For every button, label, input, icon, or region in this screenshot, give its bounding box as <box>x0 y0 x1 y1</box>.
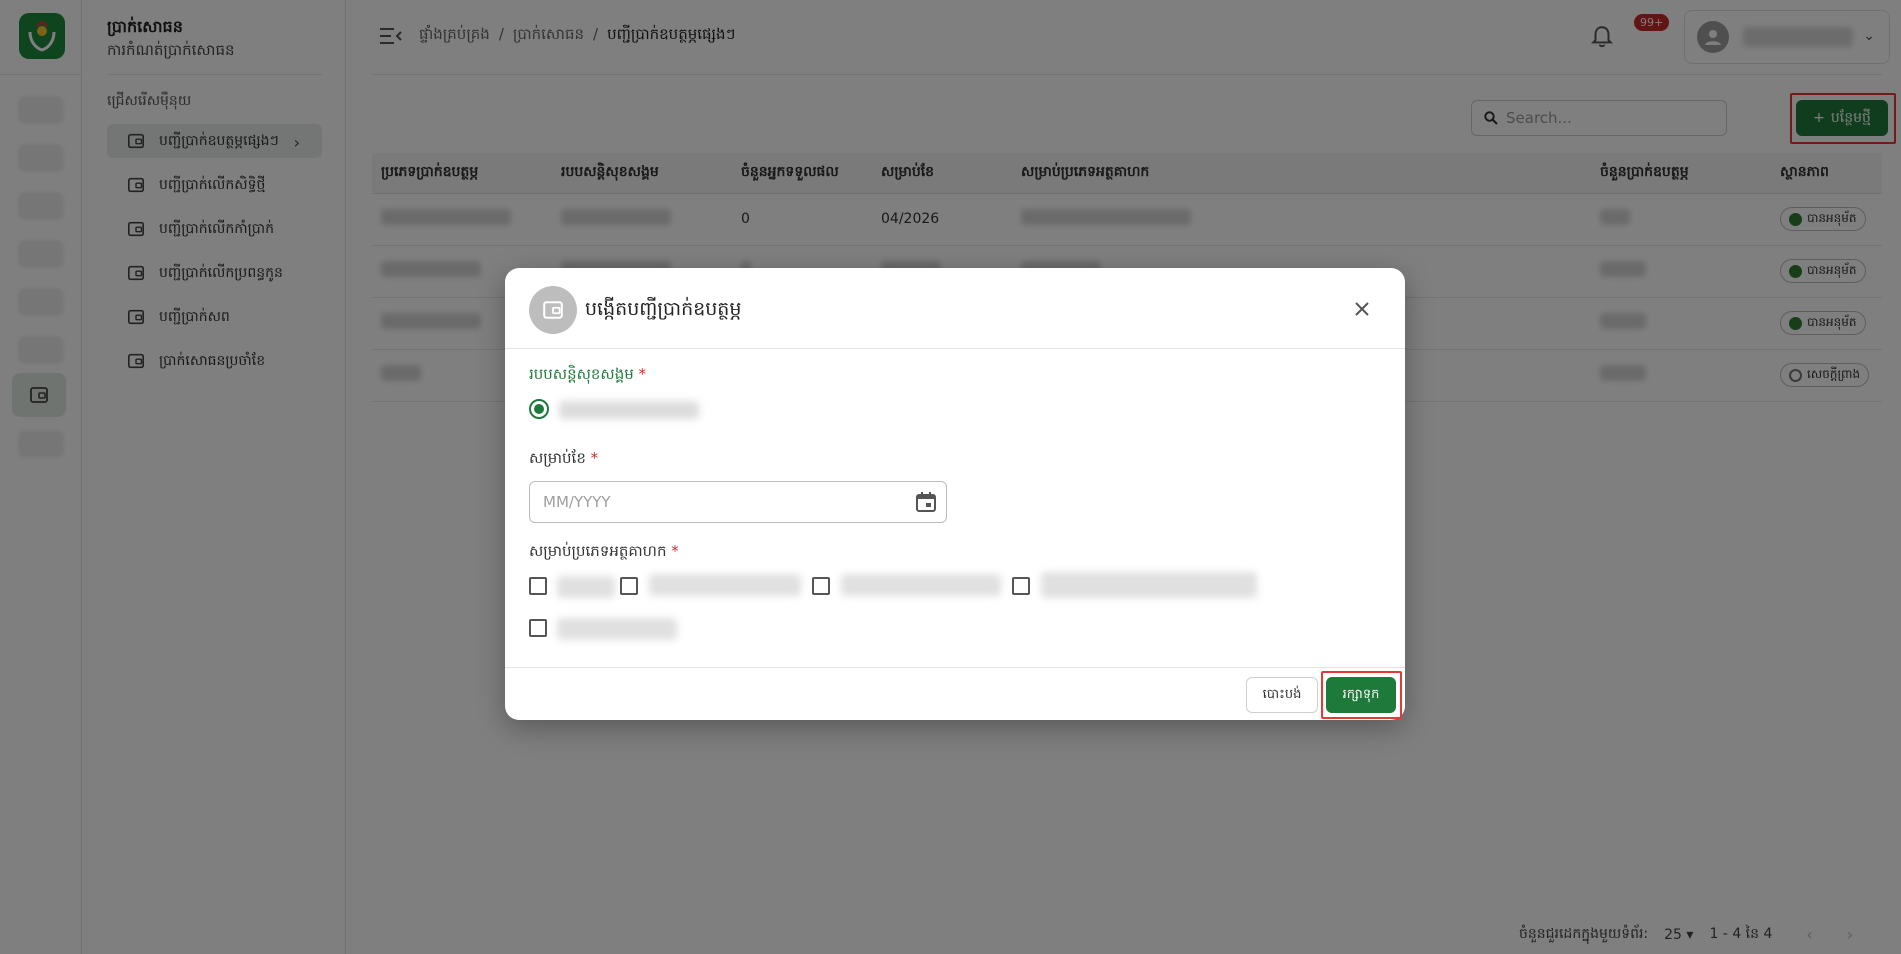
checkbox-label-redacted <box>557 576 615 598</box>
scheme-radio[interactable] <box>529 399 549 419</box>
scheme-option-redacted <box>559 401 699 419</box>
required-mark: * <box>638 365 647 383</box>
dialog-divider <box>505 667 1405 668</box>
insured-type-checkbox[interactable] <box>1012 577 1030 595</box>
wallet-icon <box>529 286 577 334</box>
checkbox-label-redacted <box>1041 572 1257 598</box>
insured-type-checkbox[interactable] <box>529 577 547 595</box>
insured-type-label-text: សម្រាប់ប្រភេទអត្ថគាហក <box>529 542 667 560</box>
create-allowance-dialog: បង្កើតបញ្ជីប្រាក់ឧបត្ថម្ភ របបសន្តិសុខសង្… <box>505 268 1405 720</box>
month-input[interactable] <box>529 481 947 523</box>
insured-type-checkbox[interactable] <box>529 619 547 637</box>
scheme-field-label: របបសន្តិសុខសង្គម * <box>529 365 646 387</box>
save-button-highlight <box>1321 671 1402 719</box>
scheme-label-text: របបសន្តិសុខសង្គម <box>529 365 634 383</box>
required-mark: * <box>671 542 679 560</box>
dialog-title: បង្កើតបញ្ជីប្រាក់ឧបត្ថម្ភ <box>585 298 742 320</box>
required-mark: * <box>590 449 599 467</box>
insured-type-checkbox[interactable] <box>812 577 830 595</box>
calendar-icon[interactable] <box>914 490 938 514</box>
insured-type-field-label: សម្រាប់ប្រភេទអត្ថគាហក * <box>529 542 679 564</box>
cancel-button[interactable]: បោះបង់ <box>1246 677 1318 713</box>
dialog-divider <box>505 348 1405 349</box>
checkbox-label-redacted <box>557 618 677 640</box>
close-icon[interactable] <box>1349 296 1375 322</box>
month-label-text: សម្រាប់ខែ <box>529 449 586 467</box>
checkbox-label-redacted <box>649 574 801 596</box>
insured-type-checkbox[interactable] <box>620 577 638 595</box>
checkbox-label-redacted <box>841 574 1001 596</box>
month-field-label: សម្រាប់ខែ * <box>529 449 598 471</box>
